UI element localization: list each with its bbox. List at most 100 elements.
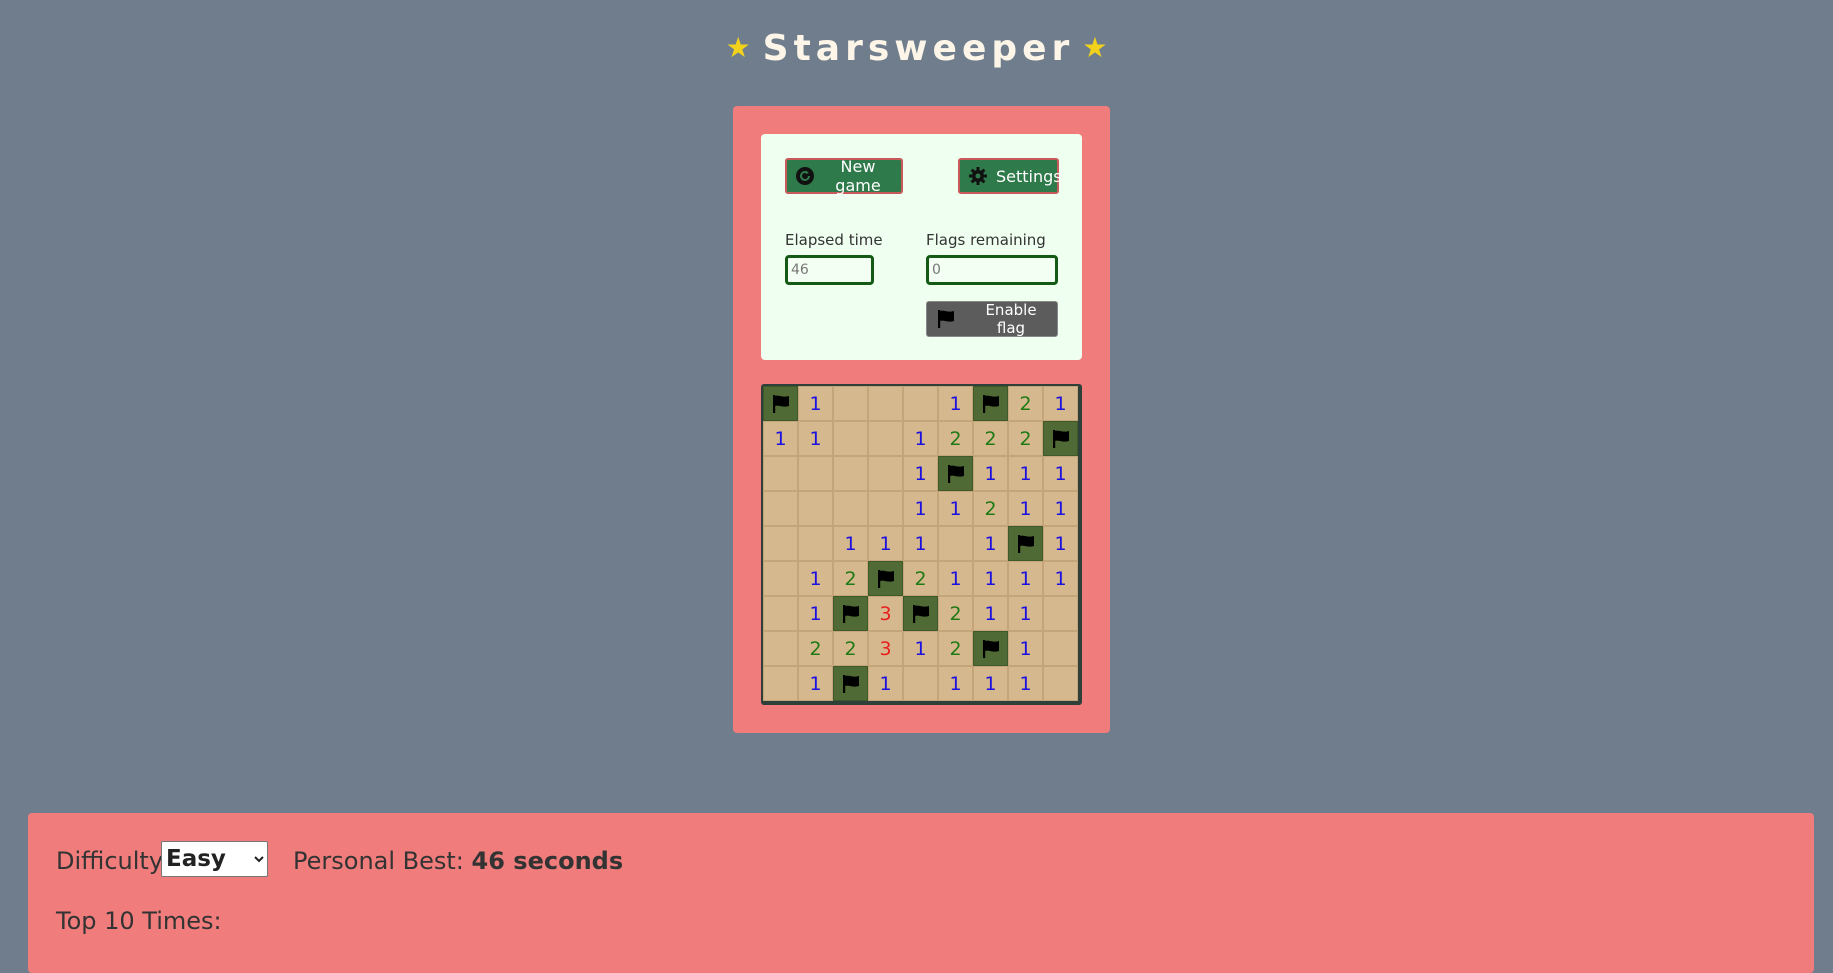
board-cell[interactable]: 1 xyxy=(973,456,1008,491)
board-cell[interactable] xyxy=(763,631,798,666)
board-cell[interactable] xyxy=(903,596,938,631)
board-cell[interactable] xyxy=(798,456,833,491)
game-title: Starsweeper xyxy=(762,28,1075,69)
board-cell[interactable] xyxy=(1043,666,1078,701)
board-cell[interactable] xyxy=(763,386,798,421)
board-cell[interactable] xyxy=(798,526,833,561)
board-cell[interactable] xyxy=(1043,631,1078,666)
board-cell[interactable]: 1 xyxy=(1043,386,1078,421)
board-cell[interactable] xyxy=(1008,526,1043,561)
board-cell[interactable] xyxy=(833,386,868,421)
board-cell[interactable] xyxy=(763,561,798,596)
board-cell[interactable] xyxy=(833,456,868,491)
board-cell[interactable]: 1 xyxy=(868,666,903,701)
board-cell[interactable]: 1 xyxy=(903,421,938,456)
board-cell[interactable]: 1 xyxy=(1043,491,1078,526)
board-cell[interactable]: 2 xyxy=(833,631,868,666)
board-cell[interactable] xyxy=(763,456,798,491)
board-cell[interactable]: 1 xyxy=(833,526,868,561)
board-cell[interactable]: 1 xyxy=(1008,596,1043,631)
board-cell[interactable]: 1 xyxy=(903,526,938,561)
cell-number: 1 xyxy=(914,532,927,555)
board-cell[interactable]: 1 xyxy=(903,631,938,666)
board-cell[interactable] xyxy=(1043,596,1078,631)
board-cell[interactable]: 1 xyxy=(1043,456,1078,491)
board-cell[interactable] xyxy=(973,386,1008,421)
board-cell[interactable]: 1 xyxy=(973,666,1008,701)
board-cell[interactable] xyxy=(1043,421,1078,456)
board-cell[interactable] xyxy=(868,386,903,421)
board-cell[interactable]: 1 xyxy=(1008,561,1043,596)
board-cell[interactable]: 1 xyxy=(938,666,973,701)
board-cell[interactable] xyxy=(938,526,973,561)
board-cell[interactable] xyxy=(938,456,973,491)
board-cell[interactable]: 1 xyxy=(973,596,1008,631)
board-cell[interactable] xyxy=(868,421,903,456)
board-cell[interactable] xyxy=(763,666,798,701)
board-cell[interactable]: 2 xyxy=(798,631,833,666)
board-cell[interactable] xyxy=(763,526,798,561)
elapsed-time-field[interactable] xyxy=(785,255,874,285)
board-cell[interactable] xyxy=(763,491,798,526)
board-cell[interactable]: 1 xyxy=(1008,491,1043,526)
board-cell[interactable] xyxy=(868,491,903,526)
cell-number: 1 xyxy=(1019,462,1032,485)
board-cell[interactable]: 1 xyxy=(903,456,938,491)
enable-flag-button[interactable]: Enable flag xyxy=(926,301,1058,337)
board-cell[interactable] xyxy=(833,421,868,456)
board-cell[interactable]: 1 xyxy=(798,561,833,596)
board-cell[interactable]: 2 xyxy=(938,421,973,456)
board-cell[interactable] xyxy=(903,666,938,701)
board-cell[interactable]: 1 xyxy=(798,421,833,456)
board-cell[interactable] xyxy=(973,631,1008,666)
board-cell[interactable]: 2 xyxy=(1008,421,1043,456)
board-cell[interactable] xyxy=(833,491,868,526)
board-cell[interactable] xyxy=(798,491,833,526)
board-cell[interactable]: 1 xyxy=(938,386,973,421)
board-cell[interactable] xyxy=(833,666,868,701)
board-cell[interactable]: 1 xyxy=(868,526,903,561)
board-cell[interactable]: 2 xyxy=(833,561,868,596)
board-cell[interactable]: 1 xyxy=(763,421,798,456)
board-cell[interactable]: 1 xyxy=(903,491,938,526)
board-cell[interactable]: 2 xyxy=(1008,386,1043,421)
board-cell[interactable]: 1 xyxy=(798,596,833,631)
settings-button[interactable]: Settings xyxy=(958,158,1062,194)
cell-number: 1 xyxy=(914,427,927,450)
board-cell[interactable]: 1 xyxy=(1008,666,1043,701)
board-cell[interactable]: 2 xyxy=(973,421,1008,456)
board-cell[interactable] xyxy=(868,456,903,491)
board-cell[interactable]: 1 xyxy=(798,666,833,701)
board-cell[interactable] xyxy=(868,561,903,596)
board-cell[interactable]: 1 xyxy=(798,386,833,421)
board-cell[interactable]: 2 xyxy=(938,631,973,666)
board-cell[interactable] xyxy=(833,596,868,631)
flag-icon xyxy=(980,638,1002,660)
board-cell[interactable]: 3 xyxy=(868,631,903,666)
board-cell[interactable]: 1 xyxy=(938,491,973,526)
flags-remaining-field[interactable] xyxy=(926,255,1058,285)
cell-number: 1 xyxy=(809,567,822,590)
board-cell[interactable]: 2 xyxy=(938,596,973,631)
flag-icon xyxy=(1050,428,1072,450)
restart-icon xyxy=(795,166,815,186)
new-game-button[interactable]: New game xyxy=(785,157,903,195)
board-cell[interactable]: 1 xyxy=(938,561,973,596)
difficulty-select[interactable]: Easy xyxy=(161,841,268,877)
flag-icon xyxy=(840,603,862,625)
board-cell[interactable]: 3 xyxy=(868,596,903,631)
board-cell[interactable]: 1 xyxy=(973,561,1008,596)
cell-number: 2 xyxy=(844,567,857,590)
cell-number: 2 xyxy=(809,637,822,660)
board-cell[interactable]: 2 xyxy=(903,561,938,596)
board-cell[interactable]: 1 xyxy=(973,526,1008,561)
board-cell[interactable]: 1 xyxy=(1008,456,1043,491)
cell-number: 2 xyxy=(984,427,997,450)
board-cell[interactable] xyxy=(903,386,938,421)
cell-number: 1 xyxy=(984,532,997,555)
board-cell[interactable] xyxy=(763,596,798,631)
board-cell[interactable]: 2 xyxy=(973,491,1008,526)
board-cell[interactable]: 1 xyxy=(1043,526,1078,561)
board-cell[interactable]: 1 xyxy=(1008,631,1043,666)
board-cell[interactable]: 1 xyxy=(1043,561,1078,596)
